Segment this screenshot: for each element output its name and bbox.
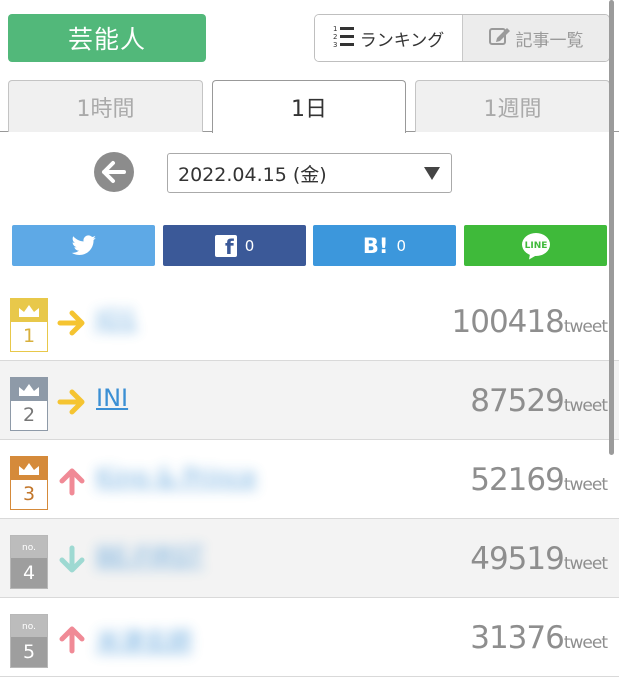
rank-number: 5 bbox=[11, 637, 47, 667]
caret-down-icon bbox=[424, 167, 440, 180]
numbered-list-icon: 1 2 3 bbox=[333, 24, 355, 53]
badge-no-label: no. bbox=[22, 621, 36, 632]
twitter-icon bbox=[71, 234, 96, 255]
svg-text:1: 1 bbox=[333, 25, 337, 33]
tab-label: 1日 bbox=[291, 97, 327, 122]
scrollbar[interactable] bbox=[609, 0, 614, 455]
rank-number: 3 bbox=[22, 483, 36, 505]
svg-text:3: 3 bbox=[333, 41, 337, 48]
period-tabs: 1時間 1日 1週間 bbox=[0, 80, 619, 133]
hatena-bookmark-icon: B! bbox=[362, 233, 389, 258]
tab-1-week[interactable]: 1週間 bbox=[415, 80, 610, 132]
facebook-share-count: 0 bbox=[244, 236, 255, 255]
tweet-unit: tweet bbox=[563, 554, 608, 574]
tweet-unit: tweet bbox=[563, 633, 608, 653]
ranking-row-4: no. 4 BE:FIRST 49519 tweet bbox=[0, 519, 619, 598]
crown-icon bbox=[19, 462, 39, 475]
badge-no-label: no. bbox=[22, 542, 36, 553]
artist-link[interactable]: INI bbox=[96, 384, 128, 412]
ranking-row-1: 1 JO1 100418 tweet bbox=[0, 282, 619, 361]
tweet-unit: tweet bbox=[563, 317, 608, 337]
rank-number: 4 bbox=[11, 558, 47, 588]
article-list-label: 記事一覧 bbox=[515, 30, 584, 51]
tab-1-day[interactable]: 1日 bbox=[212, 80, 406, 133]
category-button[interactable]: 芸能人 bbox=[8, 14, 206, 62]
tweet-count-value: 100418 bbox=[451, 304, 565, 340]
bronze-rank-badge: 3 bbox=[10, 456, 48, 510]
arrow-up-icon bbox=[59, 468, 85, 496]
artist-link[interactable]: King & Prince bbox=[96, 463, 257, 491]
ranking-row-2: 2 INI 87529 tweet bbox=[0, 361, 619, 440]
rank-badge: no. 4 bbox=[10, 535, 48, 589]
tweet-count: 31376 tweet bbox=[470, 620, 608, 656]
page: 芸能人 1 2 3 ランキング 記事一覧 1時間 1日 1週間 2022.04.… bbox=[0, 0, 619, 680]
date-select-value: 2022.04.15 (金) bbox=[178, 163, 327, 186]
arrow-right-icon bbox=[57, 310, 85, 336]
tweet-count: 49519 tweet bbox=[470, 541, 608, 577]
tweet-count: 52169 tweet bbox=[470, 462, 608, 498]
view-toggle: 1 2 3 ランキング 記事一覧 bbox=[314, 14, 610, 62]
line-icon: LINE bbox=[521, 232, 550, 259]
crown-icon bbox=[19, 383, 39, 396]
article-list-button[interactable]: 記事一覧 bbox=[463, 15, 609, 61]
artist-link[interactable]: JO1 bbox=[96, 305, 137, 333]
facebook-share-button[interactable]: f 0 bbox=[163, 225, 306, 266]
tweet-unit: tweet bbox=[563, 396, 608, 416]
tweet-count: 87529 tweet bbox=[470, 383, 608, 419]
ranking-view-label: ランキング bbox=[359, 30, 445, 51]
arrow-up-icon bbox=[59, 626, 85, 654]
rank-badge: no. 5 bbox=[10, 614, 48, 668]
svg-text:2: 2 bbox=[333, 33, 337, 41]
category-label: 芸能人 bbox=[67, 25, 146, 54]
tweet-count-value: 31376 bbox=[470, 620, 565, 656]
gold-rank-badge: 1 bbox=[10, 298, 48, 352]
hatena-bookmark-count: 0 bbox=[396, 236, 407, 255]
facebook-icon: f bbox=[214, 234, 237, 257]
tab-label: 1時間 bbox=[76, 96, 135, 122]
line-share-button[interactable]: LINE bbox=[464, 225, 607, 266]
date-select[interactable]: 2022.04.15 (金) bbox=[167, 153, 452, 193]
artist-link[interactable]: BE:FIRST bbox=[96, 542, 203, 570]
arrow-left-icon bbox=[102, 161, 126, 183]
previous-date-button[interactable] bbox=[94, 152, 134, 192]
arrow-right-icon bbox=[57, 389, 85, 415]
ranking-row-3: 3 King & Prince 52169 tweet bbox=[0, 440, 619, 519]
ranking-row-5: no. 5 米津玄師 31376 tweet bbox=[0, 598, 619, 677]
edit-icon bbox=[488, 26, 511, 51]
tweet-count-value: 87529 bbox=[470, 383, 565, 419]
tweet-count-value: 49519 bbox=[470, 541, 565, 577]
tab-1-hour[interactable]: 1時間 bbox=[8, 80, 203, 132]
ranking-list: 1 JO1 100418 tweet 2 INI 87529 tweet 3 K… bbox=[0, 282, 619, 677]
hatena-bookmark-button[interactable]: B! 0 bbox=[313, 225, 456, 266]
rank-number: 2 bbox=[22, 404, 36, 426]
twitter-share-button[interactable] bbox=[12, 225, 155, 266]
crown-icon bbox=[19, 304, 39, 317]
tab-label: 1週間 bbox=[483, 96, 542, 122]
ranking-view-button[interactable]: 1 2 3 ランキング bbox=[315, 15, 463, 61]
tweet-count-value: 52169 bbox=[470, 462, 565, 498]
tweet-unit: tweet bbox=[563, 475, 608, 495]
tweet-count: 100418 tweet bbox=[451, 304, 609, 340]
artist-link[interactable]: 米津玄師 bbox=[96, 621, 192, 656]
silver-rank-badge: 2 bbox=[10, 377, 48, 431]
arrow-down-icon bbox=[59, 545, 85, 573]
line-logo-text: LINE bbox=[524, 241, 547, 251]
rank-number: 1 bbox=[22, 325, 36, 347]
